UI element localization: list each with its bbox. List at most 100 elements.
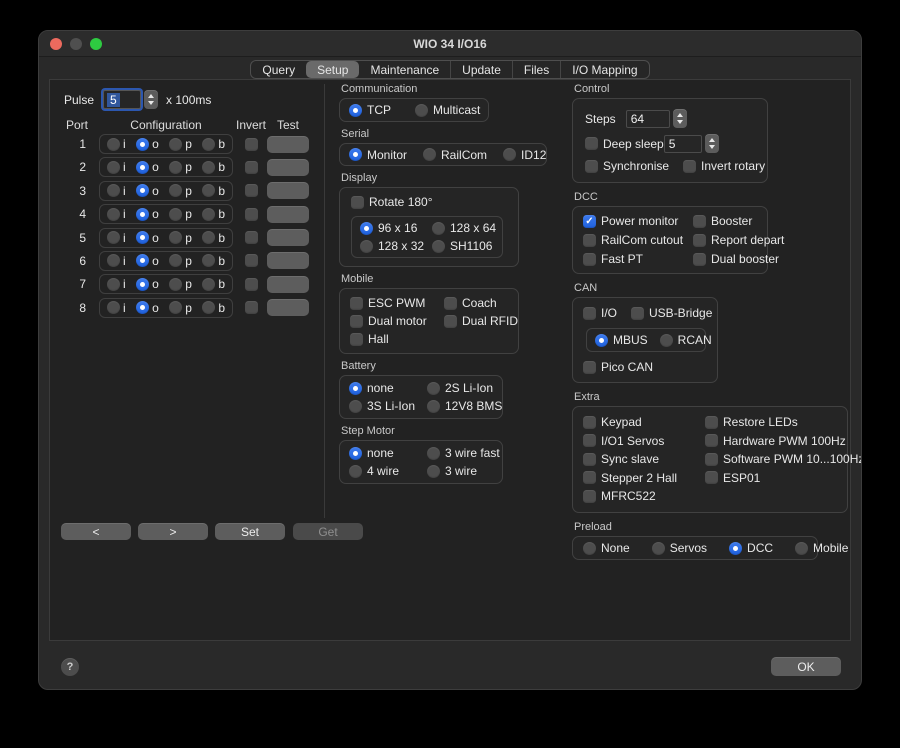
- radio-i[interactable]: [107, 161, 120, 174]
- option-pulse[interactable]: p: [169, 184, 192, 198]
- radio-preload-dcc[interactable]: [729, 542, 742, 555]
- test-button[interactable]: [267, 229, 309, 246]
- esc-pwm-checkbox[interactable]: [350, 297, 363, 310]
- option-stepper-2-hall[interactable]: Stepper 2 Hall: [583, 471, 705, 485]
- option-blink[interactable]: b: [202, 301, 225, 315]
- option-software-pwm[interactable]: Software PWM 10...100Hz: [705, 452, 862, 466]
- option-output[interactable]: o: [136, 301, 159, 315]
- option-io1-servos[interactable]: I/O1 Servos: [583, 434, 705, 448]
- steps-input[interactable]: 64: [626, 110, 670, 128]
- option-12v8-bms[interactable]: 12V8 BMS: [427, 399, 502, 413]
- option-3-wire[interactable]: 3 wire: [427, 464, 502, 478]
- radio-o[interactable]: [136, 208, 149, 221]
- option-input[interactable]: i: [107, 301, 126, 315]
- railcom-cutout-checkbox[interactable]: [583, 234, 596, 247]
- radio-p[interactable]: [169, 254, 182, 267]
- radio-o[interactable]: [136, 254, 149, 267]
- power-monitor-checkbox[interactable]: [583, 215, 596, 228]
- rotate-checkbox[interactable]: [351, 196, 364, 209]
- invert-checkbox[interactable]: [245, 278, 258, 291]
- chevron-down-icon[interactable]: [709, 145, 715, 149]
- radio-128x32[interactable]: [360, 240, 373, 253]
- option-3s-liion[interactable]: 3S Li-Ion: [349, 399, 427, 413]
- minimize-button-icon[interactable]: [70, 38, 82, 50]
- option-railcom-cutout[interactable]: RailCom cutout: [583, 233, 693, 247]
- invert-checkbox[interactable]: [245, 138, 258, 151]
- radio-preload-mobile[interactable]: [795, 542, 808, 555]
- dual-booster-checkbox[interactable]: [693, 253, 706, 266]
- test-button[interactable]: [267, 252, 309, 269]
- radio-p[interactable]: [169, 184, 182, 197]
- radio-p[interactable]: [169, 138, 182, 151]
- zoom-button-icon[interactable]: [90, 38, 102, 50]
- option-pulse[interactable]: p: [169, 231, 192, 245]
- option-output[interactable]: o: [136, 207, 159, 221]
- invert-rotary-checkbox[interactable]: [683, 160, 696, 173]
- tab-query[interactable]: Query: [251, 61, 306, 78]
- report-depart-checkbox[interactable]: [693, 234, 706, 247]
- option-blink[interactable]: b: [202, 277, 225, 291]
- steps-stepper[interactable]: [673, 109, 687, 128]
- option-sync-slave[interactable]: Sync slave: [583, 452, 705, 466]
- radio-p[interactable]: [169, 278, 182, 291]
- radio-i[interactable]: [107, 278, 120, 291]
- radio-p[interactable]: [169, 208, 182, 221]
- radio-96x16[interactable]: [360, 222, 373, 235]
- option-pico-can[interactable]: Pico CAN: [583, 360, 653, 374]
- keypad-checkbox[interactable]: [583, 416, 596, 429]
- radio-o[interactable]: [136, 231, 149, 244]
- option-dual-rfid[interactable]: Dual RFID: [444, 314, 518, 328]
- tab-io-mapping[interactable]: I/O Mapping: [561, 61, 648, 78]
- radio-p[interactable]: [169, 161, 182, 174]
- option-sh1106[interactable]: SH1106: [432, 239, 496, 253]
- option-input[interactable]: i: [107, 277, 126, 291]
- radio-i[interactable]: [107, 138, 120, 151]
- option-keypad[interactable]: Keypad: [583, 415, 705, 429]
- chevron-down-icon[interactable]: [148, 101, 154, 105]
- radio-multicast[interactable]: [415, 104, 428, 117]
- deep-sleep-stepper[interactable]: [705, 134, 719, 153]
- option-invert-rotary[interactable]: Invert rotary: [683, 159, 765, 173]
- radio-128x64[interactable]: [432, 222, 445, 235]
- radio-rcan[interactable]: [660, 334, 673, 347]
- radio-b[interactable]: [202, 161, 215, 174]
- option-preload-none[interactable]: None: [583, 541, 630, 555]
- mfrc522-checkbox[interactable]: [583, 490, 596, 503]
- radio-p[interactable]: [169, 231, 182, 244]
- option-dual-motor[interactable]: Dual motor: [350, 314, 444, 328]
- radio-tcp[interactable]: [349, 104, 362, 117]
- test-button[interactable]: [267, 136, 309, 153]
- option-input[interactable]: i: [107, 160, 126, 174]
- option-booster[interactable]: Booster: [693, 214, 784, 228]
- radio-i[interactable]: [107, 184, 120, 197]
- booster-checkbox[interactable]: [693, 215, 706, 228]
- synchronise-checkbox[interactable]: [585, 160, 598, 173]
- radio-id12[interactable]: [503, 148, 516, 161]
- option-output[interactable]: o: [136, 160, 159, 174]
- option-pulse[interactable]: p: [169, 207, 192, 221]
- next-port-button[interactable]: >: [138, 523, 208, 540]
- pulse-input[interactable]: 5: [103, 90, 141, 109]
- option-hardware-pwm[interactable]: Hardware PWM 100Hz: [705, 434, 862, 448]
- option-usb-bridge[interactable]: USB-Bridge: [631, 306, 712, 320]
- option-synchronise[interactable]: Synchronise: [585, 159, 669, 173]
- test-button[interactable]: [267, 182, 309, 199]
- io-checkbox[interactable]: [583, 307, 596, 320]
- option-preload-mobile[interactable]: Mobile: [795, 541, 848, 555]
- option-battery-none[interactable]: none: [349, 381, 427, 395]
- radio-p[interactable]: [169, 301, 182, 314]
- option-pulse[interactable]: p: [169, 137, 192, 151]
- ok-button[interactable]: OK: [771, 657, 841, 676]
- esp01-checkbox[interactable]: [705, 471, 718, 484]
- help-button[interactable]: ?: [61, 658, 79, 676]
- radio-i[interactable]: [107, 208, 120, 221]
- radio-battery-none[interactable]: [349, 382, 362, 395]
- radio-b[interactable]: [202, 208, 215, 221]
- radio-b[interactable]: [202, 254, 215, 267]
- invert-checkbox[interactable]: [245, 184, 258, 197]
- option-esp01[interactable]: ESP01: [705, 471, 862, 485]
- invert-checkbox[interactable]: [245, 231, 258, 244]
- option-pulse[interactable]: p: [169, 277, 192, 291]
- radio-b[interactable]: [202, 138, 215, 151]
- radio-o[interactable]: [136, 184, 149, 197]
